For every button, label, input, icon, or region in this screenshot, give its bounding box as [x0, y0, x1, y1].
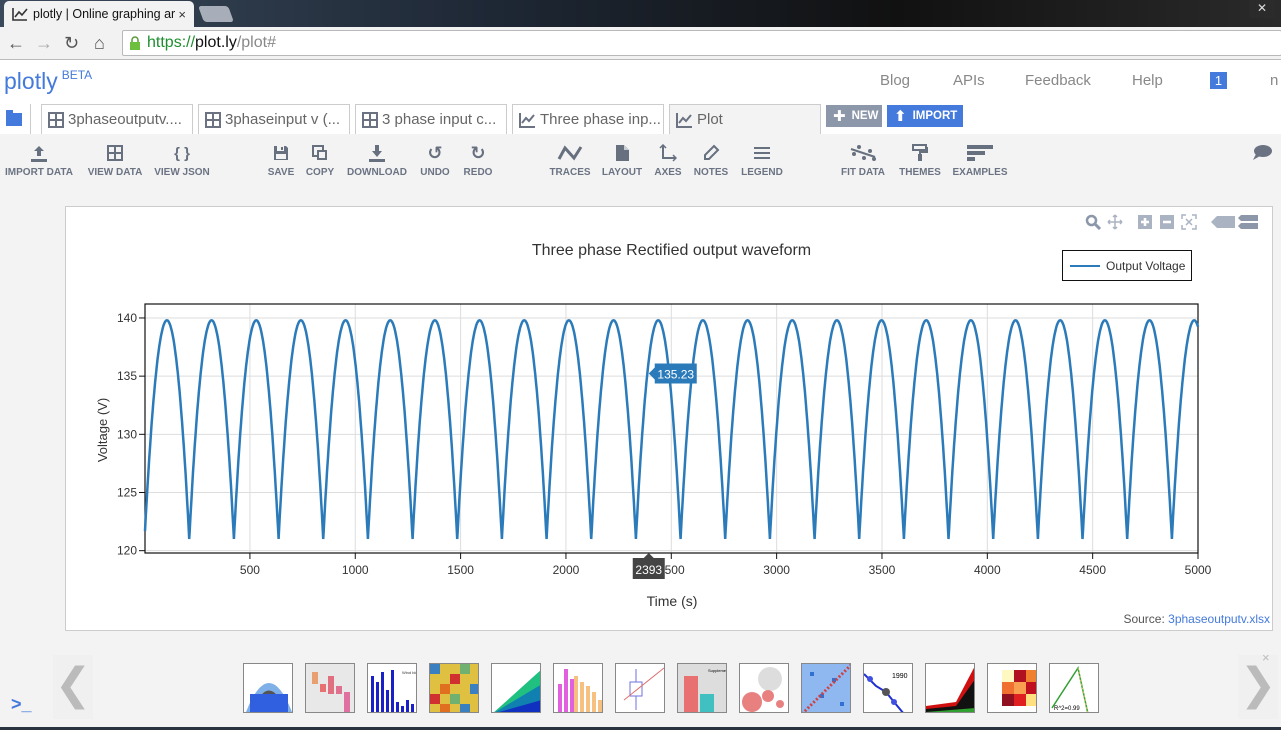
legend-swatch — [1070, 264, 1100, 267]
thumbnail-image: 1990 — [864, 664, 912, 712]
thumbnail-image — [244, 664, 292, 712]
x-tick-label: 1500 — [447, 563, 474, 577]
example-thumbnail-bubble-chart[interactable] — [739, 663, 789, 713]
example-thumbnail-box-plots[interactable] — [305, 663, 355, 713]
thumbnail-image — [740, 664, 788, 712]
y-tick-label: 135 — [117, 369, 137, 383]
x-tick-label: 3500 — [869, 563, 896, 577]
hover-x-label: 2393 — [635, 563, 662, 577]
x-tick-label: 1000 — [342, 563, 369, 577]
y-tick-label: 125 — [117, 485, 137, 499]
x-tick-label: 2000 — [553, 563, 580, 577]
hover-y-label: 135.23 — [657, 367, 694, 381]
svg-text:Wind blows: Wind blows — [402, 670, 417, 675]
example-thumbnail-wind-histogram[interactable]: Wind blows — [367, 663, 417, 713]
thumbnail-image — [554, 664, 602, 712]
y-tick-label: 120 — [117, 544, 137, 558]
svg-text:1990: 1990 — [892, 673, 908, 680]
source-note: Source: 3phaseoutputv.xlsx — [1123, 612, 1270, 626]
example-thumbnail-fit-r-squared[interactable]: R^2=0.99 — [1049, 663, 1099, 713]
legend[interactable]: Output Voltage — [1062, 250, 1192, 281]
thumbnail-image: R^2=0.99 — [1050, 664, 1098, 712]
terminal-icon[interactable]: >_ — [11, 694, 32, 715]
thumbnail-image — [430, 664, 478, 712]
thumbnail-image: Wind blows — [368, 664, 417, 712]
thumbnail-image — [492, 664, 540, 712]
source-link[interactable]: 3phaseoutputv.xlsx — [1168, 612, 1270, 626]
x-tick-label: 4000 — [974, 563, 1001, 577]
example-thumbnail-correlation-matrix[interactable] — [801, 663, 851, 713]
example-thumbnail-small-heatmap[interactable] — [987, 663, 1037, 713]
line-chart[interactable]: 500 1000 1500 2000 2500 3000 3500 4000 4500 5000 … — [0, 0, 1281, 730]
thumbnail-image — [306, 664, 354, 712]
example-thumbnail-stacked-area[interactable] — [491, 663, 541, 713]
example-thumbnail-overlaid-histogram[interactable] — [553, 663, 603, 713]
example-thumbnail-heatmap-grid[interactable] — [429, 663, 479, 713]
example-thumbnail-bell-curve-bars[interactable] — [243, 663, 293, 713]
prev-examples-arrow[interactable]: ❮ — [53, 655, 93, 719]
source-prefix: Source: — [1123, 612, 1165, 626]
thumbnail-image — [802, 664, 850, 712]
y-tick-label: 140 — [117, 311, 137, 325]
x-tick-label: 500 — [240, 563, 260, 577]
x-axis: 500 1000 1500 2000 2500 3000 3500 4000 4500 5000 — [240, 553, 1212, 577]
x-tick-label: 3000 — [763, 563, 790, 577]
next-examples-arrow[interactable]: ❯ — [1238, 655, 1278, 719]
example-thumbnail-energy-stacked-area[interactable] — [925, 663, 975, 713]
thumbnail-image — [988, 664, 1036, 712]
thumbnail-image — [616, 664, 664, 712]
example-thumbnail-box-with-line[interactable] — [615, 663, 665, 713]
x-tick-label: 5000 — [1185, 563, 1212, 577]
thumbnail-image — [926, 664, 974, 712]
y-axis: 120 125 130 135 140 — [117, 311, 145, 558]
close-strip-icon[interactable]: × — [1262, 650, 1270, 665]
svg-text:Supplement: Supplement — [708, 668, 727, 673]
thumbnail-image: Supplement — [678, 664, 727, 712]
y-axis-title: Voltage (V) — [95, 398, 110, 462]
example-thumbnail-grouped-bars-supplement[interactable]: Supplement — [677, 663, 727, 713]
y-tick-label: 130 — [117, 427, 137, 441]
legend-label: Output Voltage — [1106, 258, 1186, 273]
x-axis-title: Time (s) — [647, 593, 698, 609]
hover-labels: 135.23 2393 — [632, 363, 697, 579]
example-thumbnail-labeled-line-1990[interactable]: 1990 — [863, 663, 913, 713]
x-tick-label: 4500 — [1079, 563, 1106, 577]
svg-text:R^2=0.99: R^2=0.99 — [1054, 706, 1080, 712]
